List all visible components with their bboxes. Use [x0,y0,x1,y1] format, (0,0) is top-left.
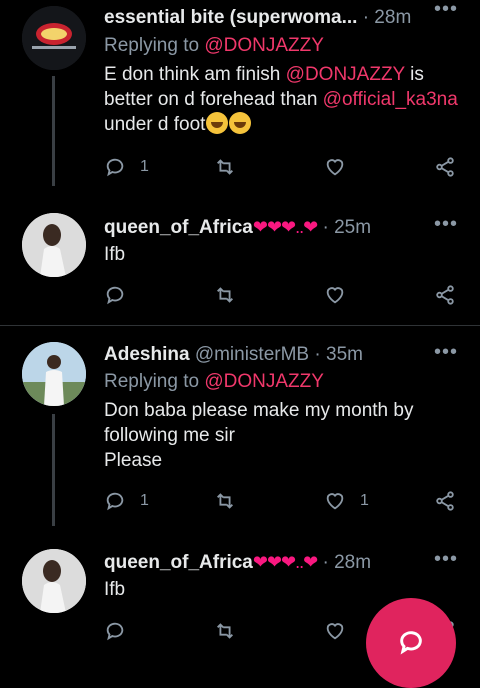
retweet-icon [217,159,233,175]
laughing-emoji-icon [206,112,229,134]
profile-photo [22,342,86,406]
like-button[interactable]: 1 [324,487,369,515]
retweet-icon [217,623,233,639]
tweet-1[interactable]: essential bite (superwoma... · 28m ••• R… [0,0,480,195]
tweet-text: Don baba please make my month by followi… [104,400,414,471]
mention-link[interactable]: @DONJAZZY [204,35,324,56]
like-button[interactable] [324,153,360,181]
mention-link[interactable]: @official_ka3na [323,89,458,110]
avatar[interactable] [22,342,86,406]
more-options-icon[interactable]: ••• [434,549,458,569]
retweet-button[interactable] [214,281,250,309]
tweet-text: E don think am finish @DONJAZZY is bette… [104,64,458,135]
thread-line [52,76,55,186]
display-name[interactable]: Adeshina [104,344,190,365]
heart-icon [326,493,344,510]
more-options-icon[interactable]: ••• [434,0,458,19]
heart-icon [326,623,344,640]
reply-button[interactable] [104,617,140,645]
share-icon [436,285,454,305]
display-name[interactable]: queen_of_Africa [104,217,253,238]
avatar[interactable] [22,213,86,277]
timestamp[interactable]: · 25m [323,217,372,238]
replying-to: Replying to @DONJAZZY [104,371,324,392]
reply-icon [106,158,124,177]
avatar[interactable] [22,549,86,613]
retweet-icon [217,493,233,509]
reply-button[interactable]: 1 [104,153,149,181]
share-icon [436,157,454,177]
more-options-icon[interactable]: ••• [434,342,458,362]
reply-icon [106,622,124,641]
retweet-button[interactable] [214,487,250,515]
timestamp[interactable]: · 35m [314,344,363,365]
retweet-button[interactable] [214,153,250,181]
heart-emojis: ❤❤❤..❤ [252,552,318,572]
like-button[interactable] [324,281,360,309]
profile-photo [22,213,86,277]
tweet-3[interactable]: Adeshina @ministerMB · 35m ••• Replying … [0,326,480,531]
compose-reply-button[interactable] [366,598,456,688]
share-button[interactable] [434,153,456,181]
share-icon [436,491,454,511]
mention-link[interactable]: @DONJAZZY [286,64,405,85]
laughing-emoji-icon [229,112,252,134]
display-name[interactable]: queen_of_Africa [104,552,253,573]
retweet-button[interactable] [214,617,250,645]
heart-emojis: ❤❤❤..❤ [252,217,318,237]
reply-icon [106,286,124,305]
more-options-icon[interactable]: ••• [434,214,458,234]
reply-button[interactable] [104,281,140,309]
tweet-2[interactable]: queen_of_Africa❤❤❤..❤ · 25m ••• Ifb [0,195,480,325]
thread-line [52,414,55,526]
replying-to: Replying to @DONJAZZY [104,35,324,56]
avatar[interactable] [22,6,86,70]
heart-icon [326,159,344,176]
logo-image [22,6,86,70]
reply-button[interactable]: 1 [104,487,149,515]
share-button[interactable] [434,281,456,309]
display-name[interactable]: essential bite (superwoma... [104,7,357,28]
share-button[interactable] [434,487,456,515]
mention-link[interactable]: @DONJAZZY [204,371,324,392]
timestamp[interactable]: · 28m [323,552,372,573]
tweet-text: Ifb [104,244,126,265]
profile-photo [22,549,86,613]
reply-icon [106,492,124,511]
heart-icon [326,287,344,304]
timestamp[interactable]: · 28m [363,7,412,28]
user-handle[interactable]: @ministerMB [195,344,309,365]
retweet-icon [217,287,233,303]
like-button[interactable] [324,617,360,645]
reply-bubble-icon [400,631,422,655]
